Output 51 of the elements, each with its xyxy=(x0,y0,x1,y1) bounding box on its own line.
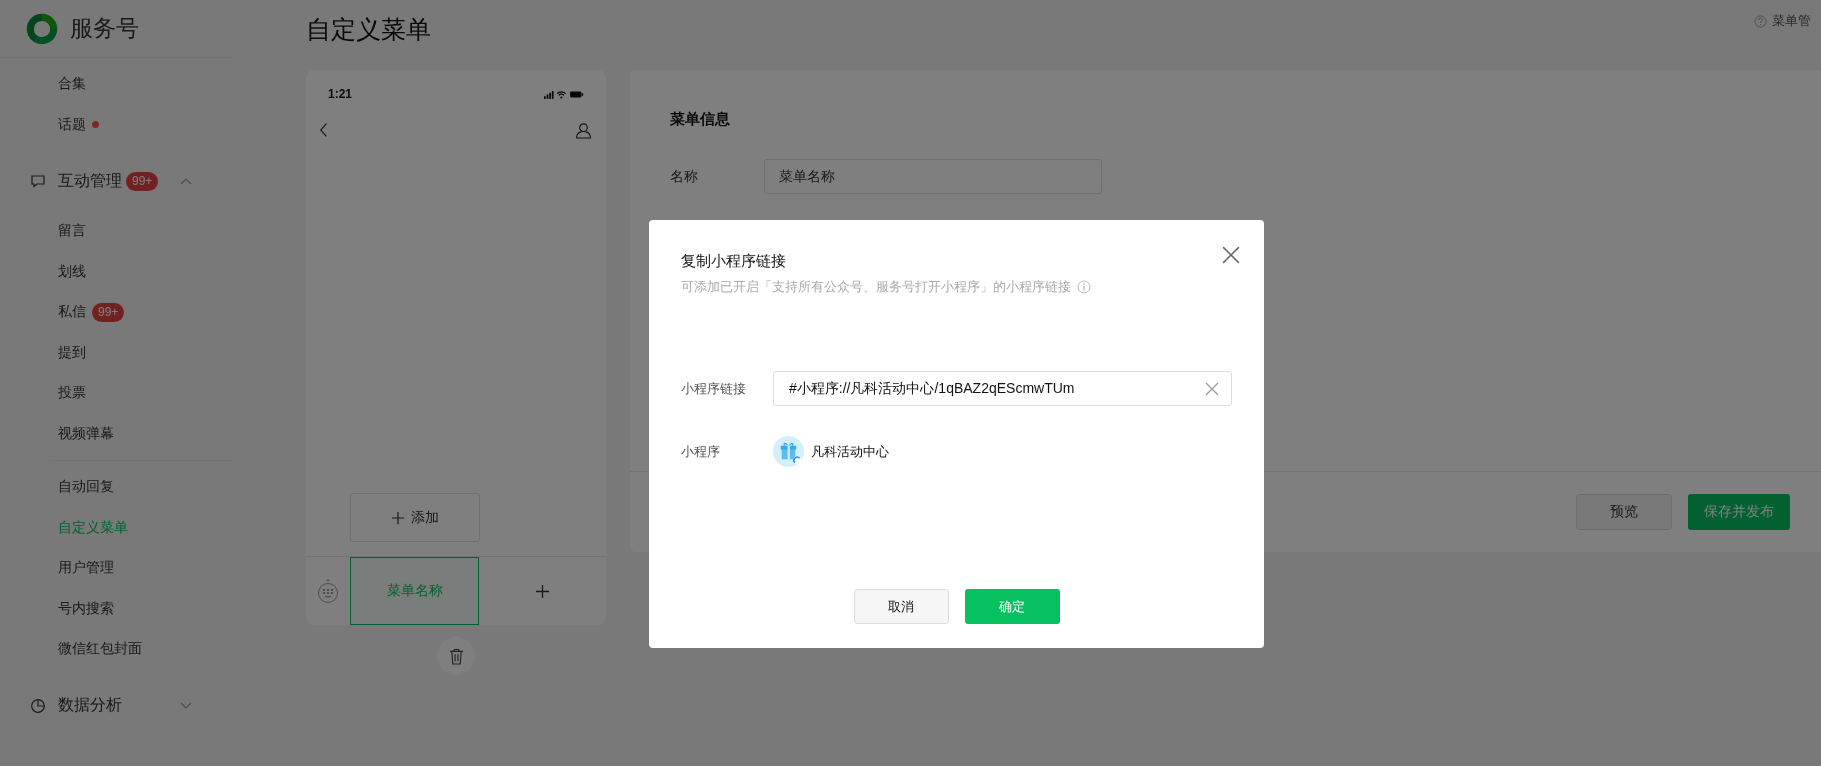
name-field[interactable]: 菜单名称 xyxy=(764,159,1102,194)
sidebar-item[interactable]: 自动回复 xyxy=(58,478,114,497)
clear-icon[interactable] xyxy=(1205,381,1219,396)
gift-icon xyxy=(773,436,804,467)
brand-name: 服务号 xyxy=(70,14,139,43)
sidebar-item[interactable]: 微信红包封面 xyxy=(58,640,142,659)
confirm-button[interactable]: 确定 xyxy=(964,589,1060,624)
sidebar-item[interactable]: 用户管理 xyxy=(58,559,114,578)
field-label: 名称 xyxy=(670,167,699,186)
sidebar-item[interactable]: 视频弹幕 xyxy=(58,424,114,443)
sidebar-group[interactable]: 互动管理 99+ xyxy=(0,151,232,211)
sidebar-item[interactable]: 私信 xyxy=(58,303,86,322)
info-icon xyxy=(1077,280,1091,294)
help-icon xyxy=(1754,14,1767,28)
count-badge: 99+ xyxy=(126,171,159,191)
page-title: 自定义菜单 xyxy=(306,13,431,45)
trash-icon xyxy=(448,647,464,665)
status-icons xyxy=(544,89,584,99)
chevron-icon xyxy=(180,701,192,710)
add-submenu-button[interactable]: 添加 xyxy=(350,493,480,542)
sidebar-item[interactable]: 留言 xyxy=(58,222,86,241)
plus-icon xyxy=(391,510,405,525)
field-label: 小程序 xyxy=(681,442,721,461)
delete-button[interactable] xyxy=(437,637,475,675)
plus-icon xyxy=(535,583,550,599)
sidebar-item[interactable]: 划线 xyxy=(58,262,86,281)
section-heading: 菜单信息 xyxy=(670,110,731,129)
sidebar-item[interactable]: 提到 xyxy=(58,343,86,362)
dialog-title: 复制小程序链接 xyxy=(681,252,787,271)
chevron-icon xyxy=(180,177,192,185)
preview-button[interactable]: 预览 xyxy=(1576,494,1672,530)
chat-icon xyxy=(30,173,46,189)
sidebar-item[interactable]: 号内搜索 xyxy=(58,599,114,618)
sidebar-item[interactable]: 合集 xyxy=(58,75,86,94)
sidebar-item[interactable]: 话题 xyxy=(58,115,86,134)
sidebar-item[interactable]: 投票 xyxy=(58,384,86,403)
link-field[interactable]: #小程序://凡科活动中心/1qBAZ2qEScmwTUm xyxy=(773,371,1232,406)
dialog-subtitle: 可添加已开启「支持所有公众号、服务号打开小程序」的小程序链接 xyxy=(681,278,1071,296)
sidebar-group[interactable]: 数据分析 xyxy=(0,675,232,736)
field-label: 小程序链接 xyxy=(681,379,747,398)
keyboard-icon[interactable] xyxy=(317,578,339,604)
pie-chart-icon xyxy=(30,697,46,714)
cancel-button[interactable]: 取消 xyxy=(853,589,949,624)
back-icon[interactable] xyxy=(320,122,328,138)
user-icon[interactable] xyxy=(575,121,592,139)
count-badge: 99+ xyxy=(92,302,125,322)
close-icon xyxy=(1222,246,1240,264)
app-name: 凡科活动中心 xyxy=(811,442,889,461)
close-button[interactable] xyxy=(1222,246,1240,264)
help-link[interactable]: 菜单管 xyxy=(1754,12,1811,30)
status-time: 1:21 xyxy=(328,87,353,101)
